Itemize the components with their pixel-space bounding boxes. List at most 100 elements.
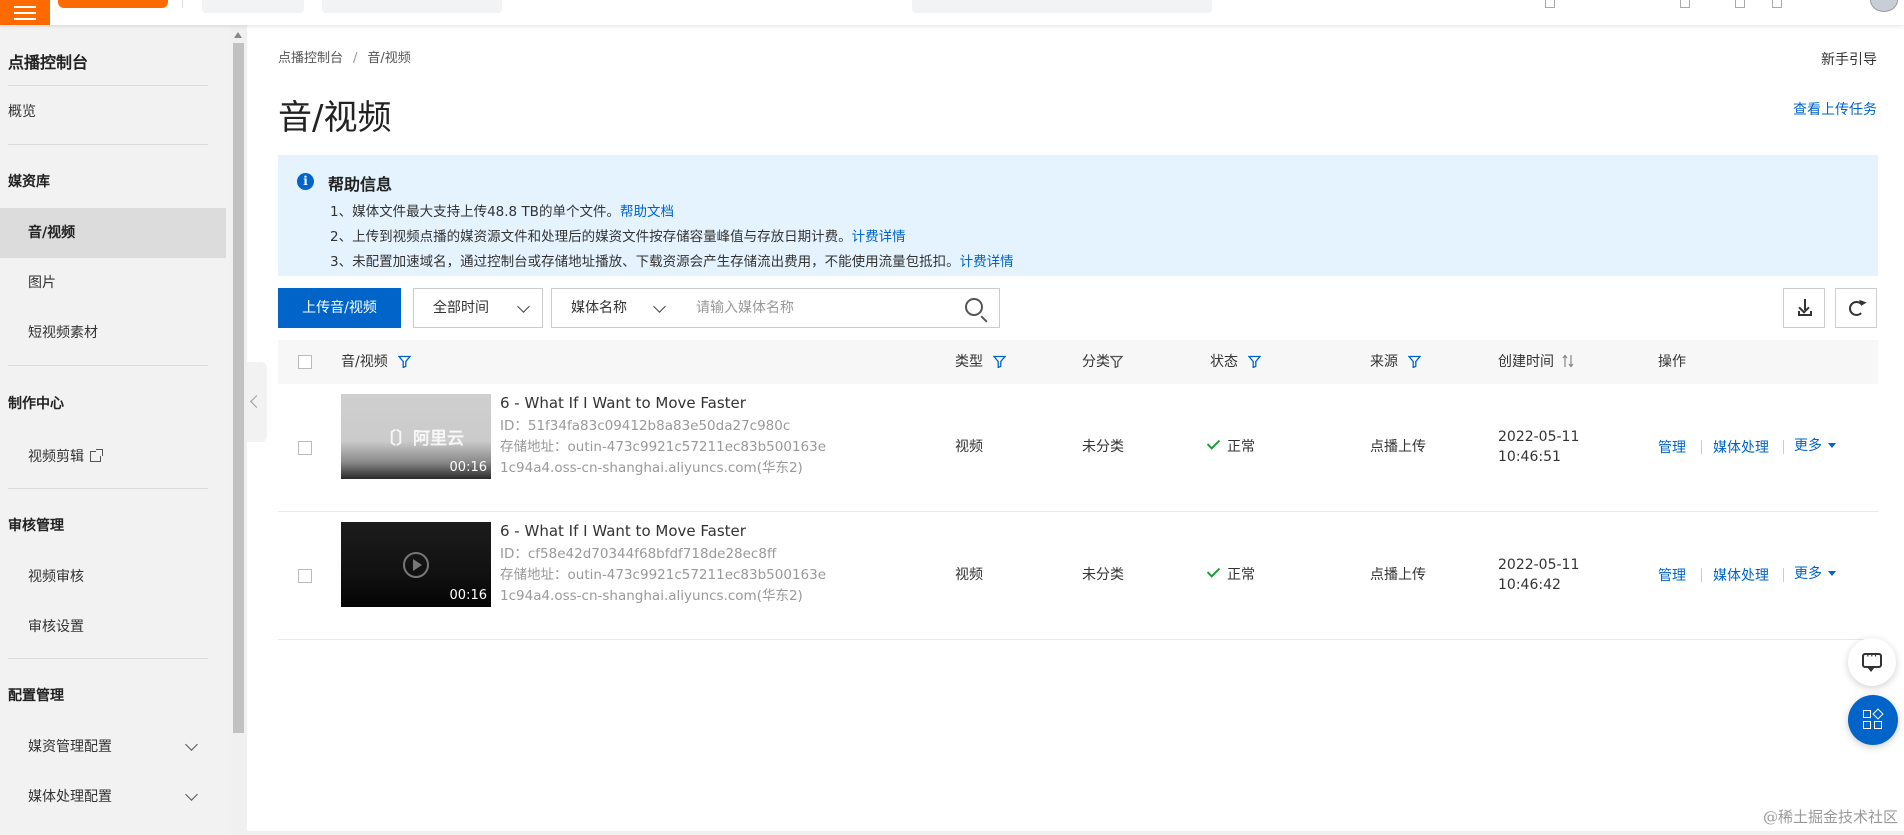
- sidebar-item-label: 视频剪辑: [28, 449, 84, 465]
- view-upload-tasks-link[interactable]: 查看上传任务: [1793, 99, 1877, 119]
- video-thumbnail[interactable]: 〔〕阿里云 00:16: [341, 394, 491, 479]
- language-icon[interactable]: [1772, 0, 1782, 8]
- sidebar-item-images[interactable]: 图片: [0, 258, 226, 308]
- manage-link[interactable]: 管理: [1658, 437, 1686, 457]
- media-source: 点播上传: [1370, 567, 1426, 583]
- caret-down-icon: [1828, 443, 1836, 448]
- cost-icon[interactable]: [1545, 0, 1555, 8]
- bottom-scrollbar[interactable]: [247, 831, 1904, 835]
- column-header-label: 类型: [955, 354, 983, 370]
- filter-icon[interactable]: [397, 342, 412, 369]
- select-all-checkbox[interactable]: [298, 355, 312, 369]
- video-duration: 00:16: [449, 588, 487, 603]
- filter-icon[interactable]: [1247, 342, 1262, 369]
- filter-icon[interactable]: [1109, 342, 1124, 369]
- status-badge: 正常: [1206, 436, 1255, 456]
- media-storage-address: 存储地址：outin-473c9921c57211ec83b500163e1c9…: [500, 439, 827, 476]
- sidebar-divider: [8, 658, 208, 659]
- global-search-input[interactable]: [912, 0, 1212, 13]
- sidebar-item-review-settings[interactable]: 审核设置: [0, 602, 226, 652]
- sidebar-scrollbar[interactable]: [230, 25, 247, 835]
- refresh-button[interactable]: [1835, 288, 1877, 328]
- billing-details-link[interactable]: 计费详情: [852, 229, 906, 245]
- table-row: 〔〕阿里云 00:16 6 - What If I Want to Move F…: [278, 384, 1878, 512]
- help-icon[interactable]: [1735, 0, 1745, 8]
- action-separator: [1783, 568, 1784, 582]
- sidebar-item-video-editing[interactable]: 视频剪辑: [0, 432, 226, 482]
- refresh-icon: [1849, 301, 1864, 316]
- sort-icon[interactable]: [1562, 342, 1574, 368]
- export-button[interactable]: [1783, 288, 1825, 328]
- action-separator: [1701, 568, 1702, 582]
- billing-details-link[interactable]: 计费详情: [960, 254, 1014, 270]
- region-selector[interactable]: [322, 0, 502, 13]
- hamburger-menu-icon[interactable]: [0, 0, 50, 25]
- media-type: 视频: [955, 439, 983, 455]
- quick-apps-button[interactable]: [1848, 695, 1898, 745]
- status-badge: 正常: [1206, 564, 1255, 584]
- scroll-up-arrow-icon[interactable]: [234, 32, 242, 38]
- breadcrumb-separator: /: [353, 51, 358, 66]
- column-header-label: 分类: [1082, 354, 1110, 370]
- column-header-label: 来源: [1370, 354, 1398, 370]
- row-checkbox[interactable]: [298, 441, 312, 455]
- user-avatar[interactable]: [1870, 0, 1898, 12]
- sidebar-item-short-video-materials[interactable]: 短视频素材: [0, 308, 226, 358]
- check-icon: [1206, 436, 1221, 450]
- action-separator: [1783, 440, 1784, 454]
- message-icon[interactable]: [1680, 0, 1690, 8]
- media-meta: ID：cf58e42d70344f68bfdf718de28ec8ff 存储地址…: [500, 544, 830, 607]
- media-id: ID：51f34fa83c09412b8a83e50da27c980c: [500, 418, 791, 434]
- media-processing-link[interactable]: 媒体处理: [1713, 565, 1769, 585]
- created-time: 10:46:51: [1498, 449, 1561, 465]
- check-icon: [1206, 564, 1221, 578]
- sidebar: 点播控制台 概览 媒资库 音/视频 图片 短视频素材 制作中心 视频剪辑 审核管…: [0, 25, 230, 835]
- help-line: 1、媒体文件最大支持上传48.8 TB的单个文件。帮助文档: [330, 200, 674, 220]
- column-header-label: 状态: [1210, 354, 1238, 370]
- more-actions-dropdown[interactable]: 更多: [1794, 563, 1836, 583]
- chat-icon: [1862, 649, 1882, 672]
- media-created-time: 2022-05-11 10:46:42: [1498, 555, 1579, 595]
- workbench-pill[interactable]: [202, 0, 304, 13]
- feedback-chat-button[interactable]: [1848, 638, 1896, 686]
- more-actions-dropdown[interactable]: 更多: [1794, 435, 1836, 455]
- time-range-select[interactable]: 全部时间: [413, 288, 543, 328]
- thumbnail-watermark: 〔〕阿里云: [379, 429, 464, 449]
- time-range-value: 全部时间: [433, 300, 489, 316]
- play-icon: [403, 552, 429, 578]
- breadcrumb-root-link[interactable]: 点播控制台: [278, 51, 343, 66]
- search-field-select[interactable]: 媒体名称: [551, 288, 679, 328]
- media-title[interactable]: 6 - What If I Want to Move Faster: [500, 394, 746, 412]
- help-doc-link[interactable]: 帮助文档: [620, 204, 674, 220]
- video-thumbnail[interactable]: 00:16: [341, 522, 491, 607]
- column-header-label: 创建时间: [1498, 354, 1554, 370]
- column-header-actions: 操作: [1658, 354, 1686, 370]
- filter-icon[interactable]: [992, 342, 1007, 369]
- scrollbar-thumb[interactable]: [233, 43, 244, 733]
- upload-audio-video-button[interactable]: 上传音/视频: [278, 288, 401, 328]
- sidebar-section-review-management: 审核管理: [8, 518, 64, 534]
- media-created-time: 2022-05-11 10:46:51: [1498, 427, 1579, 467]
- help-line: 3、未配置加速域名，通过控制台或存储地址播放、下载资源会产生存储流出费用，不能使…: [330, 250, 1014, 270]
- sidebar-item-audio-video[interactable]: 音/视频: [0, 208, 226, 258]
- sidebar-item-overview[interactable]: 概览: [8, 101, 36, 121]
- chevron-down-icon: [517, 300, 530, 313]
- search-icon[interactable]: [965, 298, 983, 316]
- video-duration: 00:16: [449, 460, 487, 475]
- help-line-text: 3、未配置加速域名，通过控制台或存储地址播放、下载资源会产生存储流出费用，不能使…: [330, 254, 960, 270]
- filter-icon[interactable]: [1407, 342, 1422, 369]
- more-actions-label: 更多: [1794, 438, 1822, 454]
- sidebar-item-video-review[interactable]: 视频审核: [0, 552, 226, 602]
- media-name-search-input[interactable]: [696, 290, 956, 326]
- row-checkbox[interactable]: [298, 569, 312, 583]
- sidebar-item-label: 媒体处理配置: [28, 789, 112, 805]
- media-title[interactable]: 6 - What If I Want to Move Faster: [500, 522, 746, 540]
- beginner-guide-link[interactable]: 新手引导: [1821, 49, 1877, 69]
- table-row: 00:16 6 - What If I Want to Move Faster …: [278, 512, 1878, 640]
- media-processing-link[interactable]: 媒体处理: [1713, 437, 1769, 457]
- aliyun-logo[interactable]: [58, 0, 170, 8]
- manage-link[interactable]: 管理: [1658, 565, 1686, 585]
- download-icon: [1798, 299, 1812, 317]
- breadcrumb-current: 音/视频: [367, 51, 411, 66]
- site-watermark: @稀土掘金技术社区: [1762, 808, 1898, 826]
